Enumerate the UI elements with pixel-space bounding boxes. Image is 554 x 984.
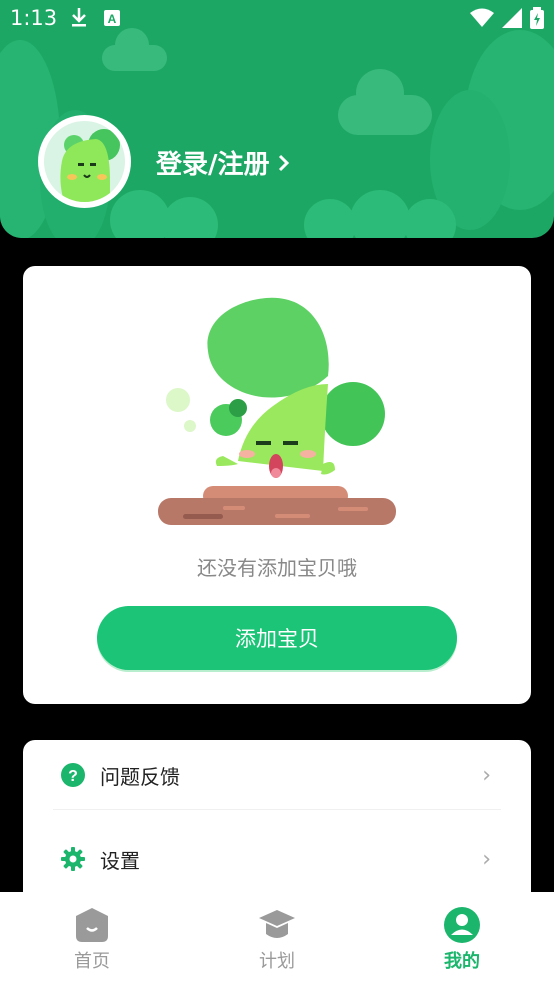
settings-menu: ? 问题反馈 › 设置 › [23, 740, 531, 910]
menu-item-label: 问题反馈 [100, 764, 180, 789]
status-bar: 1:13 A [0, 0, 554, 38]
menu-item-settings[interactable]: 设置 › [23, 817, 531, 901]
login-register-link[interactable]: 登录/注册 [156, 144, 290, 181]
profile-header: 1:13 A 登录/注册 [0, 0, 554, 238]
graduation-cap-icon [259, 910, 295, 938]
bottom-tab-bar: 首页 计划 我的 [0, 892, 554, 984]
chevron-right-icon: › [482, 846, 491, 872]
empty-state-text: 还没有添加宝贝哦 [197, 556, 357, 580]
avatar[interactable] [38, 115, 131, 208]
wifi-icon [470, 8, 494, 27]
gear-icon [61, 847, 85, 871]
battery-icon [530, 7, 544, 29]
app-notification-icon: A [104, 10, 120, 26]
menu-item-label: 设置 [100, 848, 140, 873]
svg-text:?: ? [68, 768, 78, 785]
home-icon [76, 908, 108, 942]
add-baby-button[interactable]: 添加宝贝 [97, 606, 457, 670]
tab-label: 首页 [74, 951, 110, 972]
tab-label: 我的 [444, 951, 480, 972]
tab-plan[interactable]: 计划 [185, 892, 369, 984]
chevron-right-icon [278, 154, 289, 171]
tab-home[interactable]: 首页 [0, 892, 184, 984]
divider [53, 809, 501, 810]
empty-state-illustration [158, 297, 396, 525]
cellular-signal-icon [502, 8, 522, 28]
tab-label: 计划 [259, 951, 295, 972]
chevron-right-icon: › [482, 762, 491, 788]
user-icon [444, 907, 480, 943]
login-label: 登录/注册 [156, 150, 270, 180]
question-circle-icon: ? [61, 763, 85, 787]
status-time: 1:13 [10, 6, 58, 30]
baby-card: 还没有添加宝贝哦 添加宝贝 [23, 266, 531, 704]
download-icon [72, 8, 86, 27]
tab-mine[interactable]: 我的 [370, 892, 554, 984]
svg-text:A: A [108, 12, 117, 26]
default-avatar-mascot-icon [60, 129, 120, 202]
menu-item-feedback[interactable]: ? 问题反馈 › [23, 733, 531, 817]
